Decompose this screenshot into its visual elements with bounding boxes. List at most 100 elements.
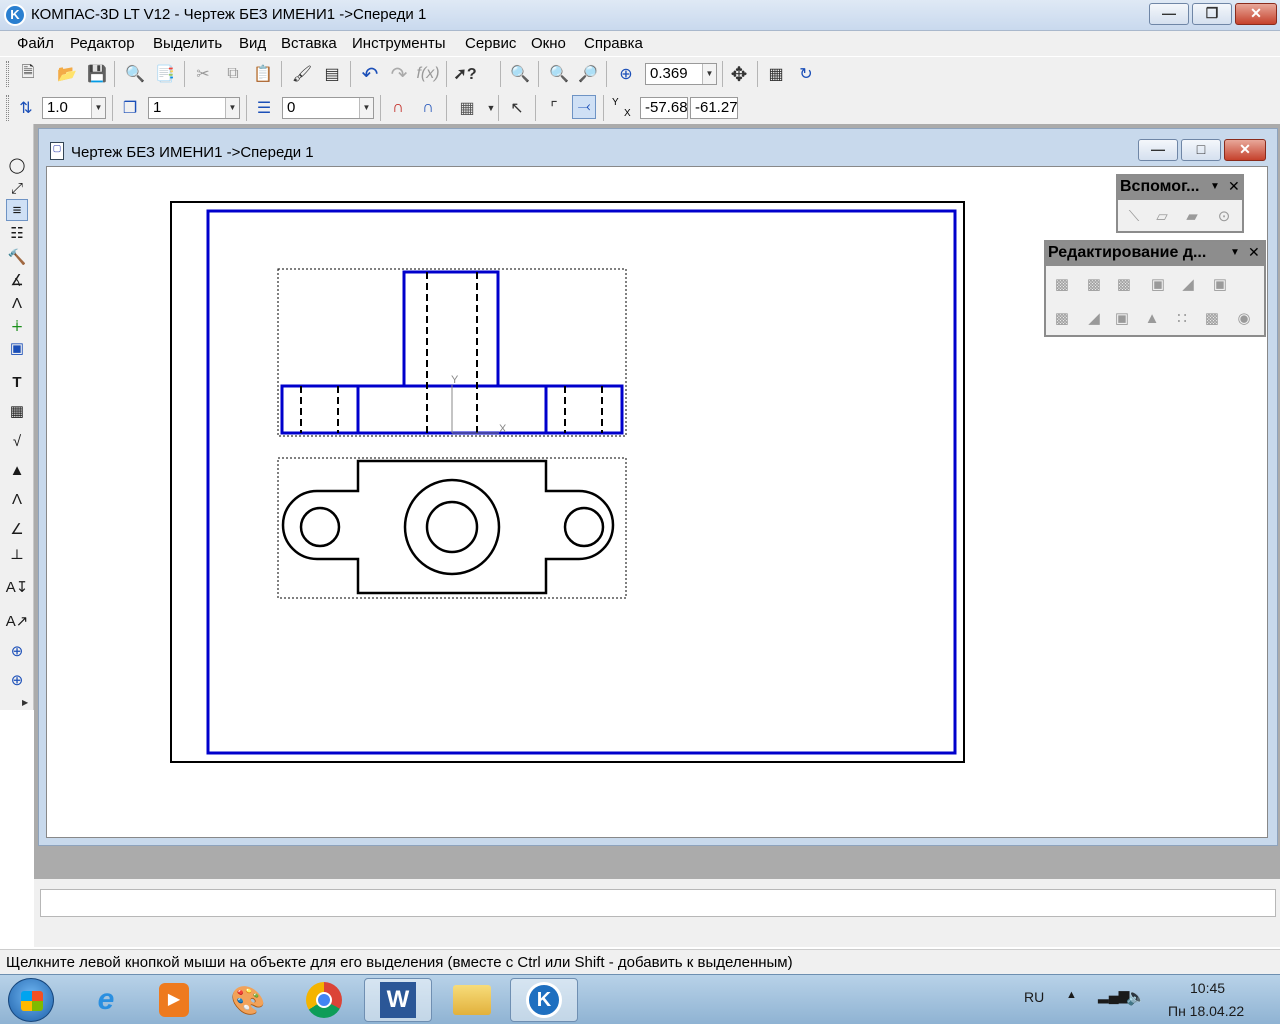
editing-icon[interactable]: ☷ (6, 222, 28, 244)
panel-header[interactable]: Вспомог... ▼ ✕ (1118, 176, 1242, 200)
command-line-field[interactable] (40, 889, 1276, 917)
menu-window[interactable]: Окно (531, 35, 566, 52)
language-indicator[interactable]: RU (1024, 989, 1044, 1005)
redo-icon[interactable]: ↷ (387, 62, 411, 86)
line-style-icon[interactable]: ☰ (252, 96, 276, 120)
style-combo[interactable]: 0 ▼ (282, 97, 374, 119)
mirror-icon[interactable]: ▩ (1200, 306, 1224, 330)
associative-views-icon[interactable]: ∔ (6, 315, 28, 337)
table-icon[interactable]: ▦ (6, 400, 28, 422)
measurements-icon[interactable]: ∡ (6, 269, 28, 291)
undo-icon[interactable]: ↶ (358, 62, 382, 86)
function-icon[interactable]: f(x) (416, 62, 440, 86)
chevron-down-icon[interactable]: ▼ (702, 64, 716, 84)
center-mark-icon[interactable]: ⊕ (6, 669, 28, 691)
zoom-out-icon[interactable]: 🔎 (576, 62, 600, 86)
round-mode-icon[interactable]: ⤙ (572, 95, 596, 119)
local-cs-icon[interactable]: ↖ (505, 96, 529, 120)
print-preview-icon[interactable]: 🔍 (123, 62, 147, 86)
chamfer-icon[interactable]: ◢ (1082, 306, 1106, 330)
tolerance-icon[interactable]: ┴ (6, 547, 28, 569)
open-folder-icon[interactable]: 📂 (55, 62, 79, 86)
shell-icon[interactable]: ▣ (1110, 306, 1134, 330)
taskbar-kompas[interactable]: K (510, 978, 578, 1022)
menu-editor[interactable]: Редактор (70, 35, 135, 52)
rotate-icon[interactable]: ▩ (1082, 272, 1106, 296)
paste-icon[interactable]: 📋 (251, 62, 275, 86)
dimensions-icon[interactable]: ⤢ (6, 177, 28, 199)
cursor-step-icon[interactable]: ⇅ (14, 96, 38, 120)
leader-icon[interactable]: Λ (6, 488, 28, 510)
base-icon[interactable]: ▲ (6, 459, 28, 481)
rib-icon[interactable]: ▲ (1140, 306, 1164, 330)
chevron-down-icon[interactable]: ▼ (225, 98, 239, 118)
cursor-x-field[interactable]: -57.68 (640, 97, 688, 119)
chevron-down-icon[interactable]: ▼ (359, 98, 373, 118)
restore-button[interactable]: ❐ (1192, 3, 1232, 25)
close-button[interactable]: ✕ (1235, 3, 1277, 25)
aux-point-icon[interactable]: ⊙ (1212, 204, 1236, 228)
pan-icon[interactable]: ✥ (727, 62, 751, 86)
cut-extrude-icon[interactable]: ▣ (1146, 272, 1170, 296)
array-icon[interactable]: ∷ (1170, 306, 1194, 330)
variables-icon[interactable]: ▤ (320, 62, 344, 86)
close-icon[interactable]: ✕ (1228, 178, 1240, 195)
clock-time[interactable]: 10:45 (1190, 980, 1225, 996)
extrude-icon[interactable]: ▩ (1050, 272, 1074, 296)
layers-icon[interactable]: ❐ (118, 96, 142, 120)
local-snap-icon[interactable]: ∩ (416, 96, 440, 120)
chevron-down-icon[interactable]: ▼ (1230, 247, 1240, 258)
layer-combo[interactable]: 1 ▼ (148, 97, 240, 119)
chevron-down-icon[interactable]: ▼ (479, 96, 503, 120)
aux-parallel-icon[interactable]: ▱ (1150, 204, 1174, 228)
text-icon[interactable]: T (6, 371, 28, 393)
zoom-combo[interactable]: 0.369 ▼ (645, 63, 717, 85)
cut-line-icon[interactable]: A↧ (6, 576, 29, 598)
toolbar-grip[interactable] (6, 95, 9, 121)
menu-view[interactable]: Вид (239, 35, 266, 52)
hole-icon[interactable]: ◉ (1232, 306, 1256, 330)
doc-close-button[interactable]: ✕ (1224, 139, 1266, 161)
chevron-down-icon[interactable]: ▼ (91, 98, 105, 118)
menu-service[interactable]: Сервис (465, 35, 516, 52)
cut-loft-icon[interactable]: ▣ (1208, 272, 1232, 296)
aux-plane-icon[interactable]: ▰ (1180, 204, 1204, 228)
volume-icon[interactable]: 🔈 (1126, 987, 1146, 1007)
menu-select[interactable]: Выделить (153, 35, 222, 52)
grid-icon[interactable]: ▦ (455, 96, 479, 120)
taskbar-word[interactable]: W (364, 978, 432, 1022)
snap-magnet-icon[interactable]: ∩ (386, 96, 410, 120)
roughness-icon[interactable]: √ (6, 430, 28, 452)
loft-icon[interactable]: ▩ (1112, 272, 1136, 296)
taskbar-chrome[interactable] (290, 978, 358, 1022)
doc-minimize-button[interactable]: — (1138, 139, 1178, 161)
expand-arrow-icon[interactable]: ▶ (22, 698, 28, 707)
zoom-in-icon[interactable]: 🔍 (547, 62, 571, 86)
selection-icon[interactable]: Λ (6, 292, 28, 314)
close-icon[interactable]: ✕ (1248, 244, 1260, 261)
clock-date[interactable]: Пн 18.04.22 (1168, 1003, 1244, 1019)
network-icon[interactable]: ▂▄▆ (1098, 987, 1129, 1004)
chevron-down-icon[interactable]: ▼ (1210, 181, 1220, 192)
taskbar-ie[interactable]: e (72, 978, 140, 1022)
menu-file[interactable]: Файл (17, 35, 54, 52)
help-pointer-icon[interactable]: ➚? (453, 62, 477, 86)
menu-tools[interactable]: Инструменты (352, 35, 446, 52)
panel-header[interactable]: Редактирование д... ▼ ✕ (1046, 242, 1264, 266)
taskbar-media[interactable]: ▶ (140, 978, 208, 1022)
position-leader-icon[interactable]: ∠ (6, 518, 28, 540)
taskbar-explorer[interactable] (438, 978, 506, 1022)
menu-insert[interactable]: Вставка (281, 35, 337, 52)
specification-icon[interactable]: ▣ (6, 337, 28, 359)
properties-icon[interactable]: 📑 (153, 62, 177, 86)
show-hidden-icons[interactable]: ▲ (1066, 989, 1077, 1001)
toolbar-grip[interactable] (6, 61, 9, 87)
doc-maximize-button[interactable]: □ (1181, 139, 1221, 161)
copy-icon[interactable]: ⧉ (221, 62, 245, 86)
start-button[interactable] (8, 978, 54, 1022)
minimize-button[interactable]: — (1149, 3, 1189, 25)
cursor-y-field[interactable]: -61.27 (690, 97, 738, 119)
view-arrow-icon[interactable]: A↗ (6, 610, 29, 632)
step-combo[interactable]: 1.0 ▼ (42, 97, 106, 119)
ortho-mode-icon[interactable]: ⌜ (542, 96, 566, 120)
